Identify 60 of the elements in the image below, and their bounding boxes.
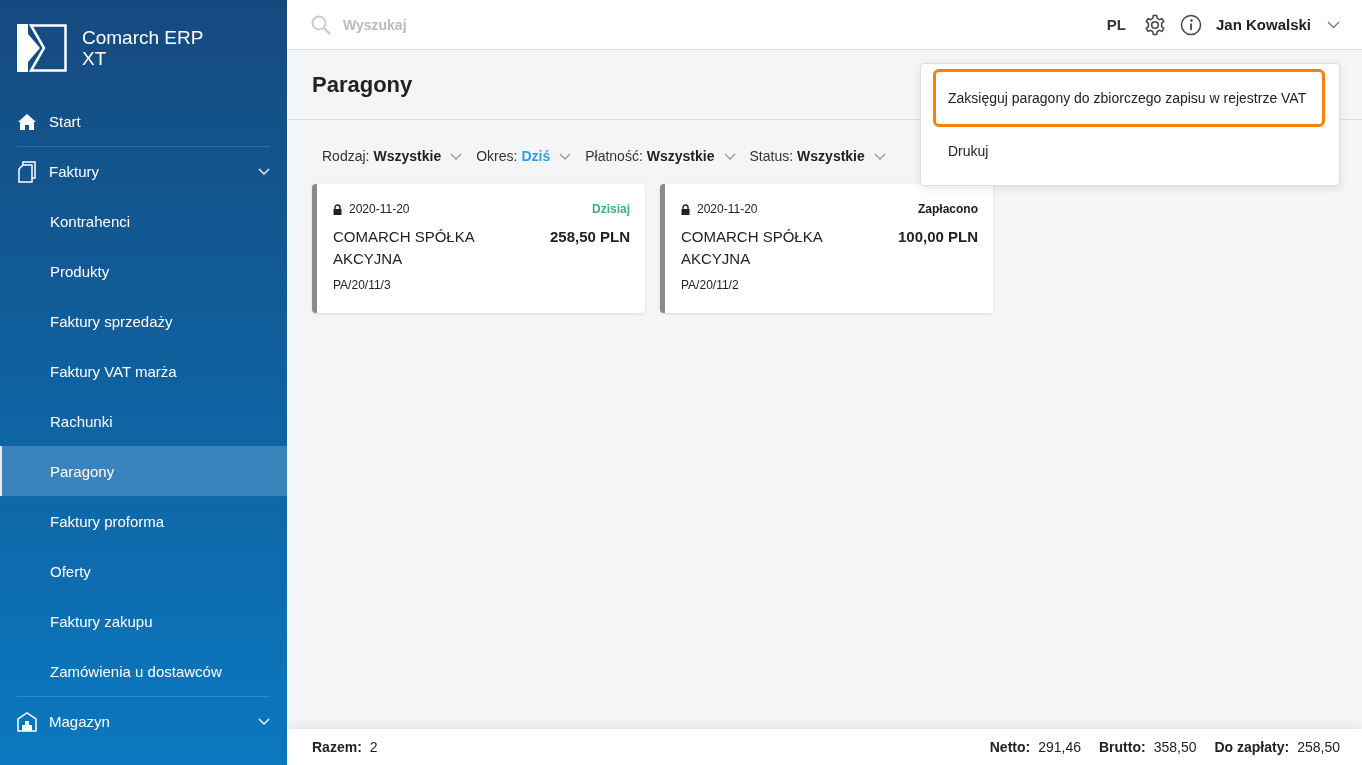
total-value: 258,50 [1297,739,1340,755]
lock-icon [681,203,690,215]
receipt-amount: 258,50 PLN [549,227,630,247]
nav-subitem[interactable]: Rachunki [0,396,287,446]
language-button[interactable]: PL [1106,16,1126,33]
nav-subitem[interactable]: Faktury VAT marża [0,346,287,396]
nav-subitem[interactable]: Zamówienia u dostawców [0,646,287,696]
receipt-date: 2020-11-20 [349,202,411,216]
chevron-down-icon [450,152,463,160]
receipt-number: PA/20/11/2 [681,278,740,292]
receipt-card[interactable]: 2020-11-20 Dzisiaj COMARCH SPÓŁKA AKCYJNA 258,50 PLN PA/20/11/3 [312,184,645,313]
nav-item[interactable]: Start [0,97,287,146]
receipt-number: PA/20/11/3 [333,278,392,292]
app-name: Comarch ERP XT [82,26,204,69]
nav-item[interactable]: Magazyn [0,697,287,746]
warehouse-icon [17,711,37,732]
nav-item[interactable]: Faktury [0,147,287,196]
receipt-status: Zapłacono [918,202,978,216]
receipt-card[interactable]: 2020-11-20 Zapłacono COMARCH SPÓŁKA AKCYJNA 100,00 PLN PA/20/11/2 [660,184,993,313]
menu-item[interactable]: Drukuj [933,127,1325,175]
nav-subitem[interactable]: Produkty [0,246,287,296]
nav-subitem[interactable]: Faktury zakupu [0,596,287,646]
customer-name: COMARCH SPÓŁKA AKCYJNA [681,227,824,269]
customer-name: COMARCH SPÓŁKA AKCYJNA [333,227,476,269]
chevron-down-icon [258,168,270,175]
total-label: Do zapłaty: [1214,739,1290,755]
receipt-date: 2020-11-20 [697,202,759,216]
chevron-down-icon[interactable] [1327,20,1340,29]
home-icon [17,112,37,131]
nav-subitem[interactable]: Faktury sprzedaży [0,296,287,346]
total-value: 358,50 [1153,739,1197,755]
chevron-down-icon [873,152,886,160]
nav-subitem[interactable]: Faktury proforma [0,496,287,546]
settings-icon[interactable] [1143,13,1166,36]
filter-dropdown[interactable]: Płatność: Wszystkie [585,148,736,164]
nav-subitem[interactable]: Kontrahenci [0,196,287,246]
filter-dropdown[interactable]: Rodzaj: Wszystkie [322,148,463,164]
search-icon [311,14,331,35]
total-value: 2 [369,739,378,755]
total-label: Razem: [312,739,362,755]
receipt-status: Dzisiaj [592,202,630,216]
total-label: Brutto: [1099,739,1146,755]
nav-subitem[interactable]: Oferty [0,546,287,596]
nav-subitem[interactable]: Paragony [0,446,287,496]
chevron-down-icon [723,152,736,160]
menu-item[interactable]: Zaksięguj paragony do zbiorczego zapisu w rejestrze VAT [933,69,1325,127]
receipt-amount: 100,00 PLN [897,227,978,247]
total-label: Netto: [989,739,1031,755]
documents-icon [17,160,37,183]
filter-dropdown[interactable]: Status: Wszystkie [749,148,886,164]
info-icon[interactable] [1179,13,1202,36]
logo-icon [17,23,67,72]
user-name[interactable]: Jan Kowalski [1215,16,1311,33]
page-title: Paragony [312,71,413,98]
search-field[interactable]: Wyszukaj [341,15,545,34]
chevron-down-icon [559,152,572,160]
lock-icon [333,203,342,215]
total-value: 291,46 [1038,739,1081,755]
filter-dropdown[interactable]: Okres: Dziś [476,148,572,164]
chevron-down-icon [258,718,270,725]
